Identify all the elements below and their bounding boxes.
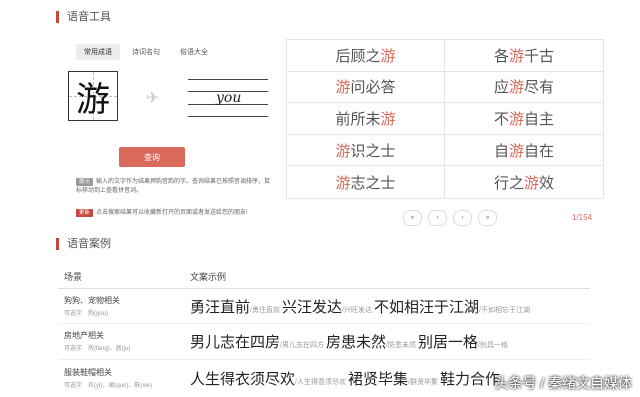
- prev-page-button[interactable]: ‹: [428, 210, 447, 226]
- section-title-cases: 语音案例: [56, 238, 111, 250]
- tip-update: 更新 点击搜索结果可以收藏新打开的页面或者发送给您的朋友!: [76, 209, 276, 218]
- table-row: 狗狗、宠物相关 可选字 狗(gou) 勇汪直前/勇往直前 兴汪发达/兴旺发达 不…: [58, 291, 590, 321]
- section-title-tools: 语音工具: [56, 11, 111, 23]
- page-count: 1/154: [572, 213, 593, 222]
- row-category: 服装鞋帽相关 可选字 衣(yi)、裙(qun)、鞋(xie): [64, 368, 153, 389]
- query-button[interactable]: 查询: [119, 147, 185, 167]
- row-cases: 勇汪直前/勇往直前 兴汪发达/兴旺发达 不如相汪于江湖/不如相忘于江湖: [190, 298, 530, 316]
- row-cases: 男儿志在四房/男儿志在四方 房患未然/防患未然 别居一格/别具一格: [190, 333, 508, 351]
- category-tabs: 常用成语 诗词名句 俗语大全: [76, 44, 216, 60]
- idiom-cell[interactable]: 不游自主: [445, 103, 603, 135]
- watermark: 头条号 / 秦绪文自媒体: [494, 375, 632, 391]
- first-page-button[interactable]: «: [403, 210, 422, 226]
- row-cases: 人生得衣须尽欢/人生得意须尽欢 裙贤毕集/群贤毕集 鞋力合作: [190, 370, 501, 388]
- idiom-cell[interactable]: 后顾之游: [287, 40, 445, 72]
- row-category: 房地产相关 可选字 房(fang)、居(ju): [64, 331, 131, 352]
- idiom-cell[interactable]: 应游尽有: [445, 72, 603, 104]
- input-character: 游: [76, 79, 110, 120]
- idiom-cell[interactable]: 行之游效: [445, 166, 603, 198]
- tab-common-idioms[interactable]: 常用成语: [76, 44, 120, 60]
- update-text: 点击搜索结果可以收藏新打开的页面或者发送给您的朋友!: [96, 210, 248, 216]
- idiom-cell[interactable]: 游识之士: [287, 134, 445, 167]
- idiom-results-grid: 后顾之游 各游千古 游问必答 应游尽有 前所未游 不游自主 游识之士 自游自在 …: [286, 39, 604, 199]
- idiom-cell[interactable]: 各游千古: [445, 40, 603, 72]
- idiom-cell[interactable]: 自游自在: [445, 135, 603, 167]
- update-badge: 更新: [76, 209, 94, 217]
- tab-sayings[interactable]: 俗语大全: [172, 44, 216, 60]
- airplane-icon: ✈: [146, 90, 160, 107]
- idiom-cell[interactable]: 游问必答: [287, 71, 445, 104]
- col-scene-header: 场景: [64, 272, 83, 282]
- idiom-cell[interactable]: 游志之士: [287, 166, 445, 198]
- table-row: 房地产相关 可选字 房(fang)、居(ju) 男儿志在四房/男儿志在四方 房患…: [58, 326, 590, 356]
- pinyin-text: you: [216, 90, 242, 106]
- tip-badge: 提示: [76, 178, 94, 186]
- idiom-cell[interactable]: 前所未游: [287, 103, 445, 135]
- next-page-button[interactable]: ›: [453, 210, 472, 226]
- cases-table-header: 场景 文案示例: [58, 270, 590, 289]
- tab-poems[interactable]: 诗词名句: [124, 44, 168, 60]
- character-input-box[interactable]: 游: [68, 71, 118, 121]
- row-category: 狗狗、宠物相关 可选字 狗(gou): [64, 296, 120, 317]
- last-page-button[interactable]: »: [478, 210, 497, 226]
- col-example-header: 文案示例: [190, 272, 227, 282]
- tip-text: 输入的文字作为结果押韵音韵的字。查询结果已按照音调排序，鼠标移动到上查看拼音词。: [76, 179, 271, 194]
- pagination: « ‹ › »: [403, 210, 497, 226]
- pinyin-display: you: [188, 79, 268, 117]
- tip-hint: 提示 输入的文字作为结果押韵音韵的字。查询结果已按照音调排序，鼠标移动到上查看拼音…: [76, 178, 276, 196]
